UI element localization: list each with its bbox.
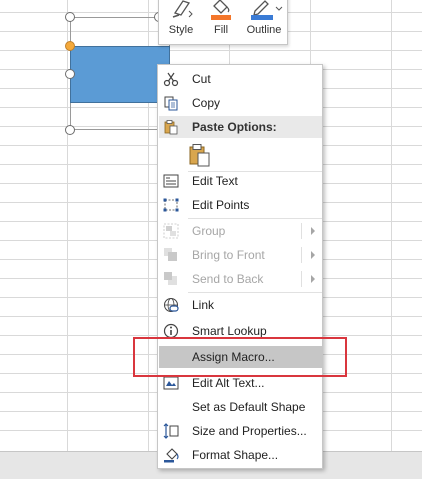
fill-button[interactable]: Fill <box>203 0 239 45</box>
menu-item-label: Paste Options: <box>192 120 277 134</box>
scissors-icon <box>163 72 179 87</box>
send-to-back-icon <box>164 272 177 285</box>
copy-icon <box>164 96 178 111</box>
style-button[interactable]: Style <box>161 0 201 45</box>
resize-handle-bottom-left[interactable] <box>65 125 75 135</box>
edit-text-icon <box>163 174 179 188</box>
submenu-arrow-icon <box>311 275 315 283</box>
format-shape-icon <box>164 448 179 463</box>
submenu-divider <box>301 271 302 287</box>
menu-item-label: Link <box>192 298 215 312</box>
menu-item-label: Send to Back <box>192 272 264 286</box>
menu-header-paste-options: Paste Options: <box>159 116 322 138</box>
highlight-annotation-box <box>133 337 347 377</box>
menu-item-bring-to-front[interactable]: Bring to Front <box>159 244 322 266</box>
fill-bucket-icon <box>211 0 231 20</box>
pen-outline-icon <box>251 0 283 20</box>
mini-toolbar: Style Fill Outline <box>158 0 288 45</box>
menu-item-label: Smart Lookup <box>192 324 267 338</box>
submenu-arrow-icon <box>311 251 315 259</box>
menu-item-label: Group <box>192 224 226 238</box>
link-icon <box>164 298 179 312</box>
menu-item-link[interactable]: Link <box>159 294 322 316</box>
edit-points-icon <box>163 198 179 212</box>
menu-item-label: Size and Properties... <box>192 424 307 438</box>
menu-item-edit-text[interactable]: Edit Text <box>159 170 322 192</box>
menu-item-group[interactable]: Group <box>159 220 322 242</box>
menu-item-label: Format Shape... <box>192 448 279 462</box>
menu-separator <box>188 292 322 293</box>
selected-shape[interactable] <box>70 46 170 103</box>
menu-item-set-default-shape[interactable]: Set as Default Shape <box>159 396 322 418</box>
menu-item-size-and-properties[interactable]: Size and Properties... <box>159 420 322 442</box>
menu-item-edit-points[interactable]: Edit Points <box>159 194 322 216</box>
submenu-divider <box>301 247 302 263</box>
menu-item-label: Set as Default Shape <box>192 400 306 414</box>
paste-option-keep-formatting-icon[interactable] <box>189 143 211 167</box>
context-menu: Cut Copy Paste Options: Edit Text Edit P… <box>157 64 323 469</box>
group-icon <box>163 223 179 239</box>
style-label: Style <box>168 24 194 36</box>
size-properties-icon <box>163 423 179 439</box>
menu-item-copy[interactable]: Copy <box>159 92 322 114</box>
menu-item-cut[interactable]: Cut <box>159 68 322 90</box>
resize-handle-left[interactable] <box>65 69 75 79</box>
menu-item-label: Bring to Front <box>192 248 265 262</box>
resize-handle-top-left[interactable] <box>65 12 75 22</box>
paste-icon <box>164 120 178 135</box>
fill-label: Fill <box>213 24 229 36</box>
menu-item-label: Edit Text <box>192 174 238 188</box>
bring-to-front-icon <box>164 248 177 261</box>
menu-item-label: Edit Alt Text... <box>192 376 265 390</box>
menu-item-label: Copy <box>192 96 221 110</box>
submenu-arrow-icon <box>311 227 315 235</box>
menu-item-label: Cut <box>192 72 211 86</box>
outline-button[interactable]: Outline <box>241 0 287 45</box>
menu-item-label: Edit Points <box>192 198 250 212</box>
outline-label: Outline <box>246 24 282 36</box>
menu-separator <box>188 218 322 219</box>
menu-item-send-to-back[interactable]: Send to Back <box>159 268 322 290</box>
shape-style-icon <box>172 0 193 18</box>
menu-item-format-shape[interactable]: Format Shape... <box>159 444 322 466</box>
adjust-handle[interactable] <box>65 41 75 51</box>
submenu-divider <box>301 223 302 239</box>
alt-text-icon <box>163 376 179 390</box>
